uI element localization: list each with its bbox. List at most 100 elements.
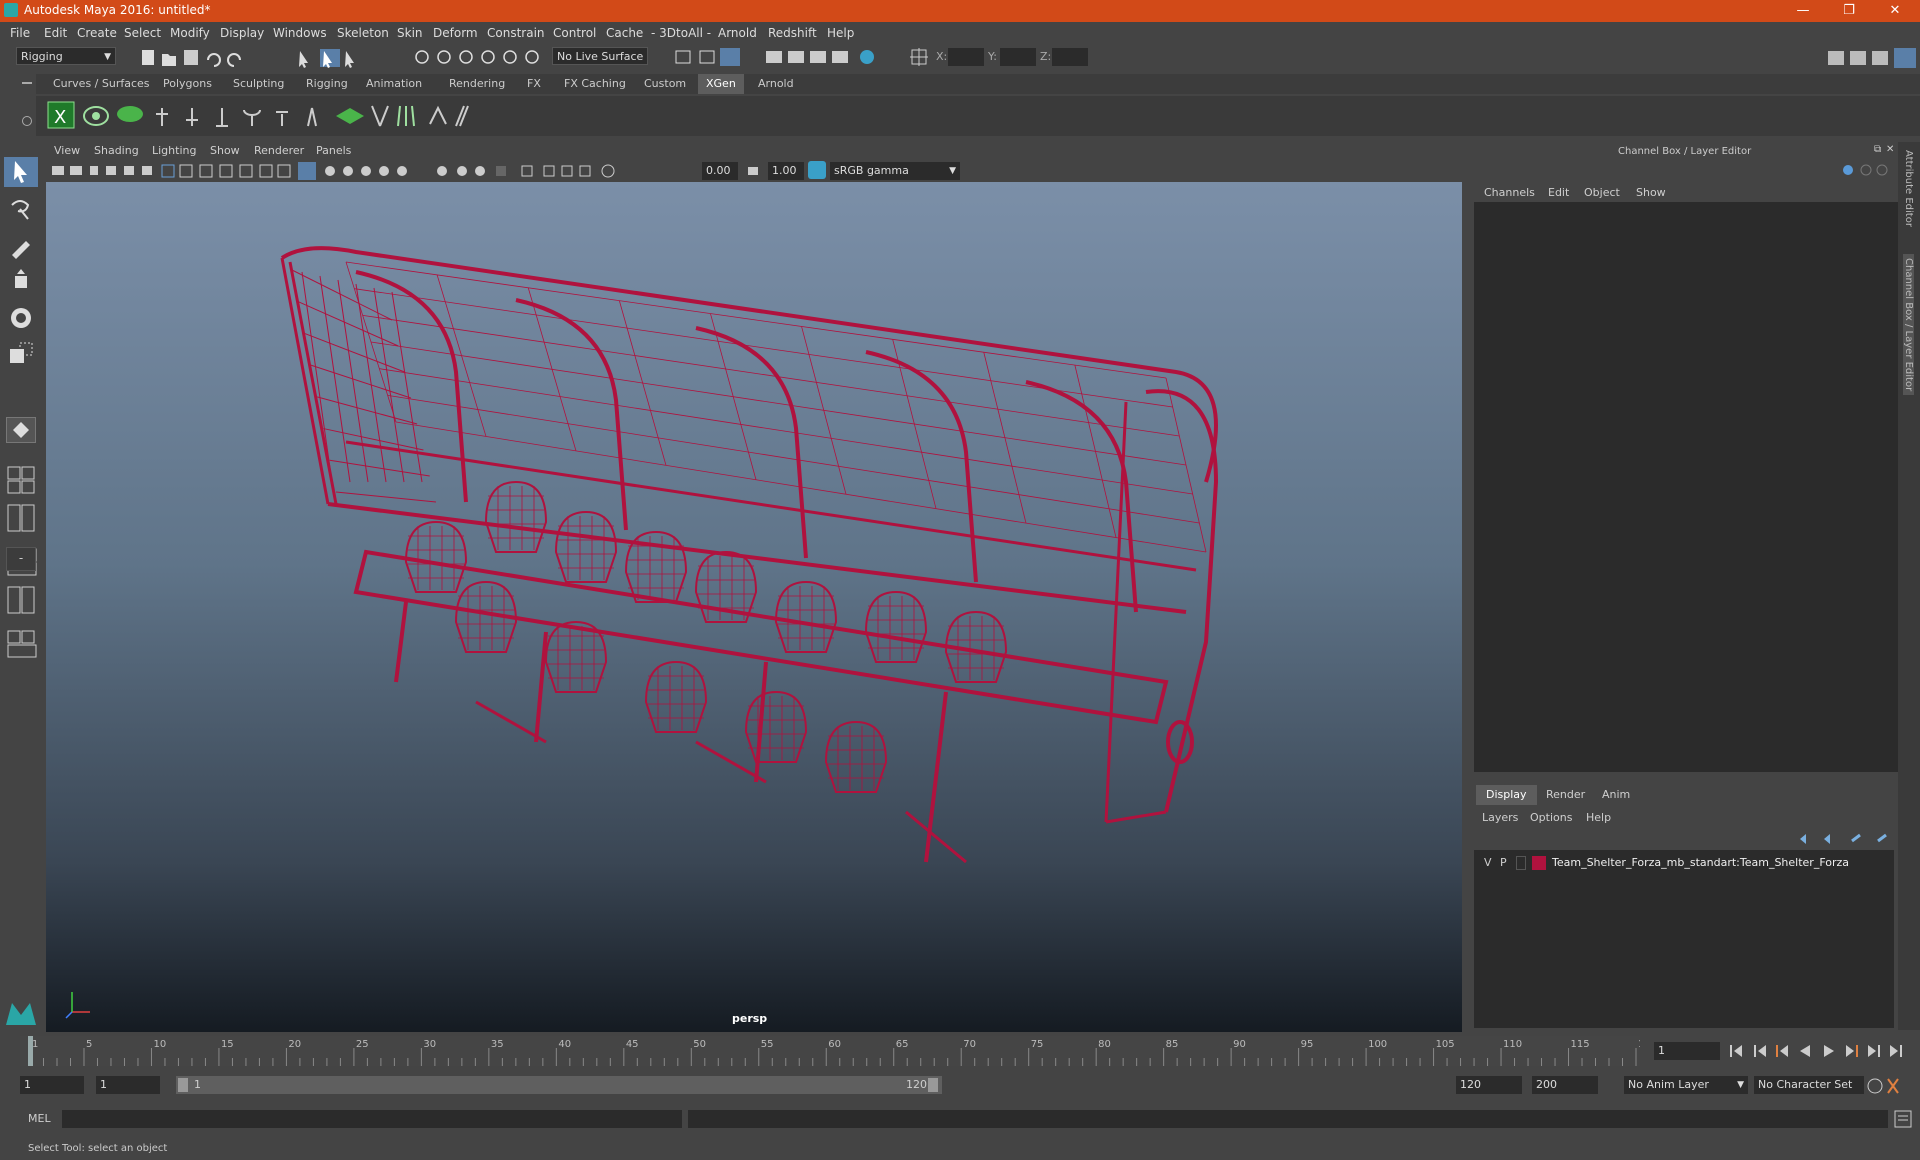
viewport-menu-lighting[interactable]: Lighting	[152, 144, 196, 157]
move-tool-icon[interactable]	[6, 267, 36, 297]
menu-3dtoall[interactable]: - 3DtoAll -	[651, 26, 711, 40]
tab-xgen[interactable]: XGen	[698, 74, 744, 94]
viewport-menu-panels[interactable]: Panels	[316, 144, 351, 157]
shelf-menu-icon[interactable]	[22, 82, 32, 84]
layer-menu-help[interactable]: Help	[1586, 811, 1611, 824]
attribute-editor-side-tab[interactable]: Attribute Editor	[1903, 150, 1914, 227]
last-tool-button[interactable]	[6, 417, 36, 443]
viewport-menu-renderer[interactable]: Renderer	[254, 144, 304, 157]
maximize-button[interactable]: ❐	[1826, 0, 1872, 22]
menu-deform[interactable]: Deform	[433, 26, 478, 40]
mel-label[interactable]: MEL	[28, 1112, 51, 1125]
layer-menu-layers[interactable]: Layers	[1482, 811, 1518, 824]
float-panel-icon[interactable]: ⧉	[1874, 144, 1881, 155]
scale-tool-icon[interactable]	[6, 339, 36, 369]
menu-display[interactable]: Display	[220, 26, 264, 40]
anim-layer-dropdown[interactable]: No Anim Layer ▼	[1624, 1076, 1748, 1094]
gamma-field[interactable]: 1.00	[768, 162, 804, 180]
xgen-shelf-icons[interactable]: X	[36, 96, 536, 136]
menu-help[interactable]: Help	[827, 26, 854, 40]
viewport-menu-view[interactable]: View	[54, 144, 80, 157]
channel-box-tool-icons[interactable]	[1840, 160, 1890, 180]
channel-box-content[interactable]	[1474, 202, 1898, 772]
menu-redshift[interactable]: Redshift	[768, 26, 817, 40]
menu-arnold[interactable]: Arnold	[718, 26, 757, 40]
minimize-button[interactable]: —	[1780, 0, 1826, 22]
select-tool-button[interactable]	[4, 157, 38, 187]
playback-start-field[interactable]: 1	[96, 1076, 160, 1094]
shelf-settings-icon[interactable]	[22, 116, 32, 126]
layer-row[interactable]: V P Team_Shelter_Forza_mb_standart:Team_…	[1478, 854, 1888, 872]
playback-controls[interactable]	[1724, 1040, 1920, 1062]
menu-create[interactable]: Create	[77, 26, 117, 40]
layer-visibility-toggle[interactable]: V	[1484, 856, 1492, 869]
layer-tab-display[interactable]: Display	[1476, 785, 1537, 805]
layer-action-icons[interactable]	[1796, 831, 1892, 847]
tab-animation[interactable]: Animation	[358, 74, 430, 94]
layer-tab-anim[interactable]: Anim	[1592, 785, 1640, 805]
wireframe-model[interactable]	[46, 182, 1462, 1032]
close-button[interactable]: ✕	[1872, 0, 1918, 22]
viewport-toolbar-icons[interactable]	[50, 162, 670, 180]
tab-rendering[interactable]: Rendering	[441, 74, 513, 94]
tab-rigging[interactable]: Rigging	[298, 74, 356, 94]
layer-color-swatch[interactable]	[1532, 856, 1546, 870]
rotate-tool-icon[interactable]	[6, 303, 36, 333]
layer-tab-render[interactable]: Render	[1536, 785, 1595, 805]
mel-input[interactable]	[62, 1110, 682, 1128]
playback-end-field[interactable]: 120	[1456, 1076, 1522, 1094]
tab-arnold[interactable]: Arnold	[750, 74, 802, 94]
tab-polygons[interactable]: Polygons	[155, 74, 220, 94]
animation-start-field[interactable]: 1	[20, 1076, 84, 1094]
cb-menu-channels[interactable]: Channels	[1484, 186, 1535, 199]
menu-constrain[interactable]: Constrain	[487, 26, 545, 40]
layout-shortcut-icons[interactable]	[6, 465, 38, 745]
live-surface-field[interactable]: No Live Surface	[552, 47, 648, 65]
toolbox-collapse-button[interactable]: -	[6, 547, 36, 571]
timeline-ruler[interactable]: 1 5 10 15 20 25 30 35 40 45 50 55 60 65 70 75 80 85 90 95 10…	[20, 1036, 1657, 1066]
y-field[interactable]	[1000, 48, 1036, 66]
color-space-dropdown[interactable]: sRGB gamma ▼	[830, 162, 960, 180]
x-field[interactable]	[948, 48, 984, 66]
menu-windows[interactable]: Windows	[273, 26, 327, 40]
current-frame-field[interactable]: 1	[1654, 1042, 1720, 1060]
script-editor-icon[interactable]	[1894, 1110, 1912, 1128]
tab-fx[interactable]: FX	[519, 74, 549, 94]
menu-cache[interactable]: Cache	[606, 26, 643, 40]
layer-menu-options[interactable]: Options	[1530, 811, 1572, 824]
exposure-field[interactable]: 0.00	[702, 162, 738, 180]
menu-control[interactable]: Control	[553, 26, 596, 40]
tab-custom[interactable]: Custom	[636, 74, 694, 94]
lasso-tool-icon[interactable]	[6, 195, 36, 225]
menu-file[interactable]: File	[10, 26, 30, 40]
menu-skin[interactable]: Skin	[397, 26, 423, 40]
tab-fx-caching[interactable]: FX Caching	[556, 74, 634, 94]
channel-box-side-tab[interactable]: Channel Box / Layer Editor	[1903, 254, 1914, 396]
cb-menu-object[interactable]: Object	[1584, 186, 1620, 199]
time-slider[interactable]: 1 5 10 15 20 25 30 35 40 45 50 55 60 65 70 75 80 85 90 95 10…	[20, 1036, 1657, 1066]
menuset-dropdown[interactable]: Rigging ▼	[16, 47, 116, 65]
menu-select[interactable]: Select	[124, 26, 161, 40]
tab-sculpting[interactable]: Sculpting	[225, 74, 292, 94]
range-start-handle[interactable]	[178, 1078, 188, 1092]
animation-end-field[interactable]: 200	[1532, 1076, 1598, 1094]
range-slider-bar[interactable]: 1 120	[176, 1076, 942, 1094]
tab-curves-surfaces[interactable]: Curves / Surfaces	[45, 74, 158, 94]
viewport-menu-show[interactable]: Show	[210, 144, 240, 157]
snap-icon[interactable]	[910, 48, 930, 68]
cb-menu-show[interactable]: Show	[1636, 186, 1666, 199]
character-set-dropdown[interactable]: No Character Set	[1754, 1076, 1864, 1094]
layer-playback-toggle[interactable]: P	[1500, 856, 1507, 869]
layer-reference-toggle[interactable]	[1516, 856, 1526, 870]
menu-skeleton[interactable]: Skeleton	[337, 26, 389, 40]
layer-name[interactable]: Team_Shelter_Forza_mb_standart:Team_Shel…	[1552, 856, 1849, 869]
close-panel-icon[interactable]: ✕	[1886, 144, 1894, 155]
paint-select-tool-icon[interactable]	[6, 231, 36, 261]
menu-edit[interactable]: Edit	[44, 26, 67, 40]
perspective-viewport[interactable]: persp	[46, 182, 1462, 1032]
range-end-handle[interactable]	[928, 1078, 938, 1092]
viewport-menu-shading[interactable]: Shading	[94, 144, 139, 157]
cb-menu-edit[interactable]: Edit	[1548, 186, 1569, 199]
color-management-toggle-icon[interactable]	[808, 161, 826, 179]
z-field[interactable]	[1052, 48, 1088, 66]
